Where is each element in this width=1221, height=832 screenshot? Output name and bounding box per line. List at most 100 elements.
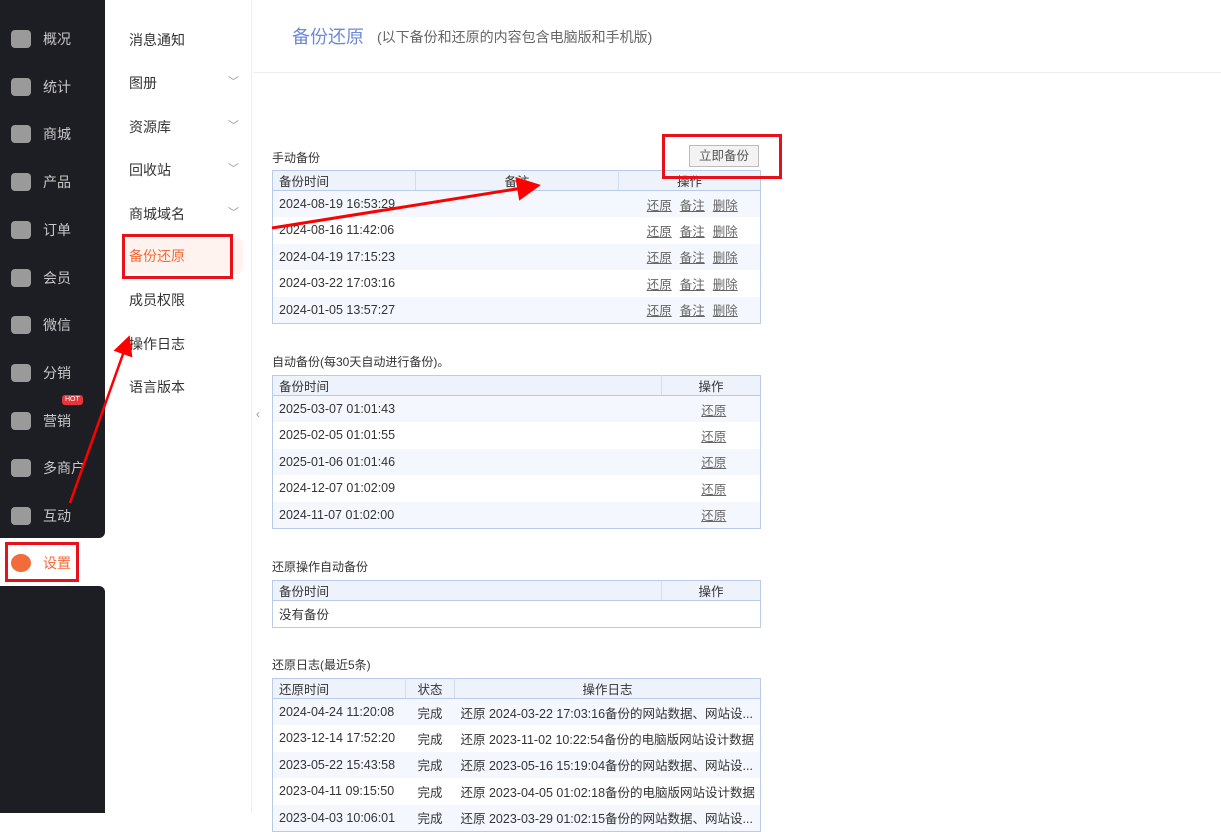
restore-time: 2023-04-11 09:15:50 [279, 784, 395, 799]
sidebar-item[interactable]: 分销 [0, 353, 105, 393]
page-subtitle: (以下备份和还原的内容包含电脑版和手机版) [377, 29, 653, 45]
backup-time: 2024-08-19 16:53:29 [272, 190, 416, 217]
collapse-submenu-icon[interactable]: ‹ [256, 407, 260, 421]
submenu-item-label: 资源库 [129, 118, 171, 135]
col-header: 还原时间 [272, 678, 406, 699]
sidebar-item[interactable]: 概况 [0, 19, 105, 59]
submenu-item-label: 消息通知 [129, 32, 185, 48]
row-action-link[interactable]: 删除 [713, 304, 738, 318]
status: 完成 [405, 698, 455, 725]
sidebar-item[interactable]: 产品 [0, 162, 105, 202]
sidebar-item[interactable]: 订单 [0, 210, 105, 250]
submenu-item[interactable]: 回收站 ﹀ [129, 160, 239, 180]
restore-time: 2023-12-14 17:52:20 [279, 731, 396, 746]
row-action-link[interactable]: 还原 [647, 278, 672, 292]
table-row: 2025-03-07 01:01:43 还原 [272, 395, 761, 422]
log-text: 还原 2023-03-29 01:02:15备份的网站数据、网站设... [454, 804, 761, 831]
chevron-down-icon: ﹀ [228, 163, 239, 176]
page-title: 备份还原 [292, 27, 364, 47]
submenu-item-label: 语言版本 [129, 379, 185, 396]
restore-time: 2023-05-22 15:43:58 [272, 751, 406, 778]
row-action-link[interactable]: 删除 [713, 225, 738, 239]
sidebar-item-label: 分销 [43, 364, 71, 381]
auto-backup-title: 自动备份(每30天自动进行备份)。 [272, 355, 450, 369]
clipboard-icon [11, 220, 31, 239]
table-row: 2023-12-14 17:52:20 完成 还原 2023-11-02 10:22… [273, 725, 761, 752]
row-action-link[interactable]: 还原 [647, 199, 672, 213]
row-action-link[interactable]: 删除 [713, 278, 738, 292]
table-row: 2025-02-05 01:01:55 还原 [273, 422, 761, 449]
backup-time: 2025-02-05 01:01:55 [279, 428, 396, 443]
note [415, 296, 619, 323]
row-action-link[interactable]: 还原 [647, 225, 672, 239]
backup-time: 2025-01-06 01:01:46 [272, 448, 662, 475]
submenu-item[interactable]: 消息通知 [129, 30, 239, 50]
manual-backup-title: 手动备份 [272, 151, 321, 165]
sidebar-item-label: 多商户 [43, 460, 85, 477]
sidebar-item[interactable]: 微信 [0, 305, 105, 345]
table-row: 2024-04-24 11:20:08 完成 还原 2024-03-22 17:03… [272, 698, 761, 725]
settings-submenu: 消息通知 图册 ﹀ 资源库 ﹀ 回收站 ﹀ 商城域名 ﹀ 备份还原 成员权限 操作日志 语言版本 [106, 0, 252, 813]
table-row: 2024-03-22 17:03:16 还原 备注 删除 [273, 270, 761, 297]
table-row: 2024-01-05 13:57:27 还原 备注 删除 [272, 296, 761, 323]
hot-badge: HOT [62, 394, 83, 405]
col-header: 状态 [405, 678, 455, 699]
backup-time: 2024-01-05 13:57:27 [272, 296, 416, 323]
table-row: 2023-04-11 09:15:50 完成 还原 2023-04-05 01:02… [273, 778, 761, 805]
empty-message: 没有备份 [272, 600, 761, 627]
col-header: 操作 [661, 580, 761, 601]
chevron-down-icon: ﹀ [228, 206, 239, 219]
submenu-item[interactable]: 成员权限 [129, 290, 239, 310]
row-action-link[interactable]: 删除 [713, 199, 738, 213]
submenu-item[interactable]: 商城域名 ﹀ [129, 204, 239, 224]
highlight-box-backup-button [662, 134, 782, 179]
backup-time: 2025-03-07 01:01:43 [272, 395, 662, 422]
sidebar-item[interactable]: 营销 HOT [0, 394, 105, 441]
restore-link[interactable]: 还原 [701, 509, 726, 523]
submenu-item[interactable]: 资源库 ﹀ [129, 117, 239, 137]
submenu-item-label: 成员权限 [129, 292, 185, 309]
chevron-down-icon: ﹀ [228, 119, 239, 132]
main-sidebar-lower [0, 586, 105, 813]
interact-icon [11, 507, 31, 525]
sidebar-item[interactable]: 互动 [0, 496, 105, 536]
sidebar-item[interactable]: 商城 [0, 114, 105, 154]
note [416, 217, 619, 244]
sidebar-item-label: 会员 [43, 269, 71, 286]
row-action-link[interactable]: 备注 [680, 251, 705, 265]
restore-link[interactable]: 还原 [701, 483, 726, 497]
status: 完成 [405, 804, 455, 831]
submenu-item[interactable]: 图册 ﹀ [129, 73, 239, 93]
sidebar-item[interactable]: 会员 [0, 258, 105, 298]
backup-time: 2024-08-16 11:42:06 [279, 223, 395, 238]
row-action-link[interactable]: 备注 [680, 304, 705, 318]
sidebar-item-label: 商城 [43, 126, 71, 143]
row-action-link[interactable]: 备注 [680, 199, 705, 213]
col-header: 备份时间 [272, 580, 662, 601]
row-action-link[interactable]: 备注 [680, 278, 705, 292]
table-row: 2024-04-19 17:15:23 还原 备注 删除 [272, 243, 761, 270]
sidebar-item-label: 微信 [43, 317, 71, 334]
highlight-box-settings [5, 542, 79, 582]
restore-link[interactable]: 还原 [701, 404, 726, 418]
row-action-link[interactable]: 备注 [680, 225, 705, 239]
table-row: 2023-04-03 10:06:01 完成 还原 2023-03-29 01:02… [272, 804, 761, 831]
sidebar-item-label: 产品 [43, 174, 71, 191]
highlight-box-submenu [122, 234, 233, 279]
auto-backup-table: 备份时间 操作 2025-03-07 01:01:43 还原 2025-02-05 0… [272, 375, 761, 529]
sidebar-item[interactable]: 多商户 [0, 448, 105, 488]
row-action-link[interactable]: 还原 [647, 251, 672, 265]
row-action-link[interactable]: 还原 [647, 304, 672, 318]
submenu-item[interactable]: 操作日志 [129, 334, 239, 354]
log-text: 还原 2023-11-02 10:22:54备份的电脑版网站设计数据 [460, 732, 755, 747]
sidebar-item[interactable]: 统计 [0, 67, 105, 107]
row-action-link[interactable]: 删除 [713, 251, 738, 265]
sidebar-item-label: 互动 [43, 508, 71, 524]
sidebar-item-label: 订单 [43, 221, 71, 238]
restore-link[interactable]: 还原 [701, 456, 726, 470]
sidebar-item-label: 概况 [43, 31, 71, 47]
col-header: 备份时间 [272, 170, 416, 191]
restore-link[interactable]: 还原 [701, 430, 726, 444]
submenu-item[interactable]: 语言版本 [129, 377, 239, 397]
col-header: 操作 [661, 375, 761, 396]
